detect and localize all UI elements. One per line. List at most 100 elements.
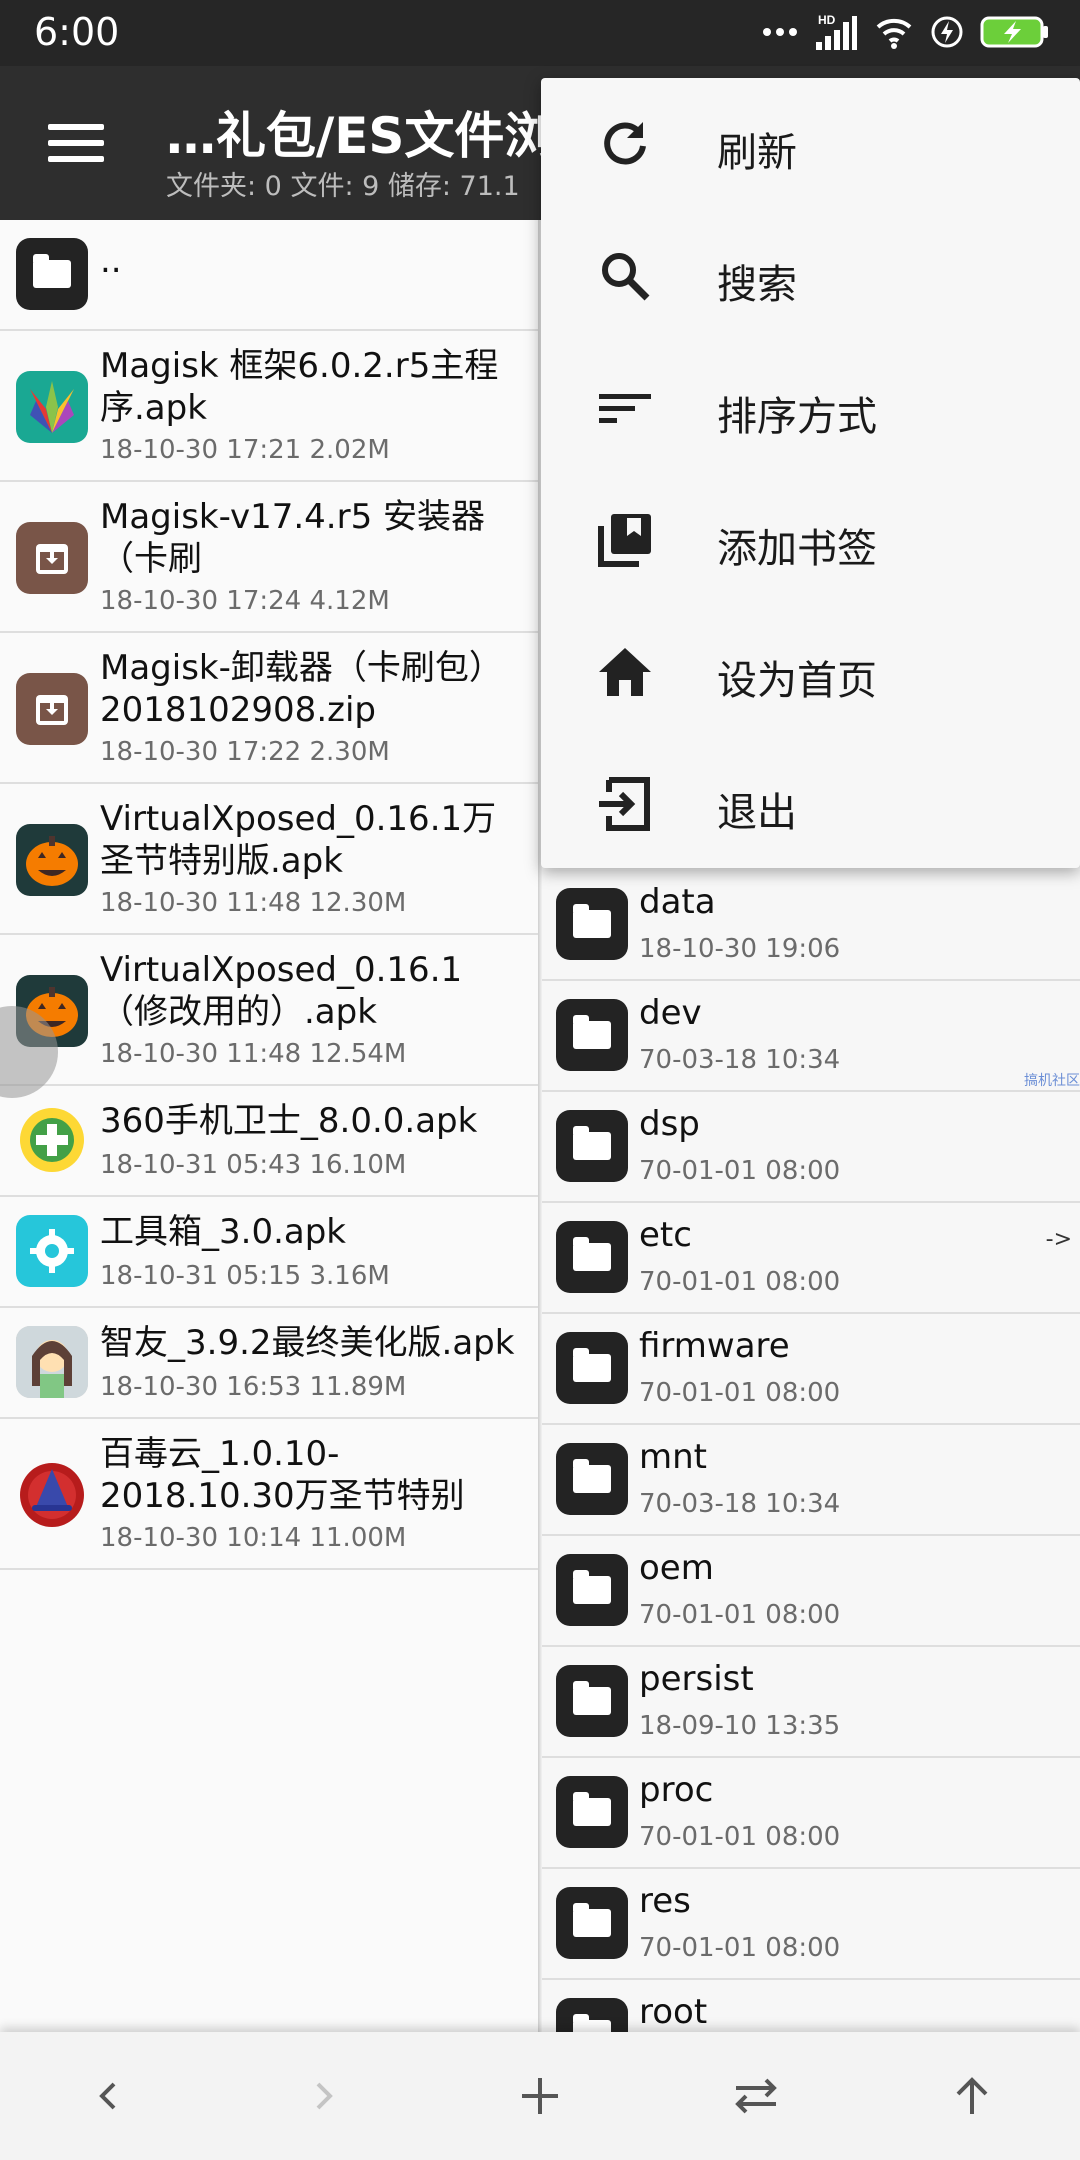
list-item[interactable]: res 70-01-01 08:00 (542, 1869, 1080, 1980)
avatar-app-icon (16, 1326, 88, 1398)
hamburger-line (48, 140, 104, 146)
search-icon (602, 253, 650, 301)
menu-item-exit[interactable]: 退出 (541, 738, 1080, 870)
menu-item-label: 搜索 (717, 262, 797, 308)
folder-icon (556, 1221, 628, 1293)
hamburger-line (48, 156, 104, 162)
menu-item-label: 设为首页 (717, 658, 877, 704)
exit-icon (599, 777, 650, 831)
file-name: .. (100, 241, 122, 281)
security-app-icon (16, 1104, 88, 1176)
list-item[interactable]: dsp 70-01-01 08:00 (542, 1092, 1080, 1203)
menu-item-refresh[interactable]: 刷新 (541, 78, 1080, 210)
menu-item-label: 排序方式 (717, 394, 877, 440)
swap-panes-button[interactable] (716, 2056, 796, 2136)
menu-item-search[interactable]: 搜索 (541, 210, 1080, 342)
menu-item-label: 刷新 (717, 130, 797, 176)
archive-icon (16, 673, 88, 745)
list-item[interactable]: 360手机卫士_8.0.0.apk 18-10-31 05:43 16.10M (0, 1086, 540, 1197)
list-item[interactable]: persist 18-09-10 13:35 (542, 1647, 1080, 1758)
list-item[interactable]: dev 70-03-18 10:34 (542, 981, 1080, 1092)
folder-name: firmware (639, 1326, 790, 1366)
file-name: Magisk-卸载器（卡刷包）2018102908.zip (100, 648, 503, 730)
hamburger-line (48, 124, 104, 130)
list-item[interactable]: data 18-10-30 19:06 (542, 870, 1080, 981)
menu-item-label: 退出 (717, 790, 797, 836)
add-button[interactable] (500, 2056, 580, 2136)
list-item[interactable]: Magisk 框架6.0.2.r5主程序.apk 18-10-30 17:21 … (0, 331, 540, 482)
list-item[interactable]: 百毒云_1.0.10-2018.10.30万圣节特别版.apk 18-10-30… (0, 1419, 540, 1570)
status-bar: 6:00 HD (0, 0, 1080, 66)
folder-icon (556, 1332, 628, 1404)
list-item[interactable]: root (542, 1980, 1080, 2032)
folder-meta: 70-01-01 08:00 (639, 1600, 841, 1630)
folder-name: dev (639, 993, 702, 1033)
folder-meta: 70-01-01 08:00 (639, 1822, 841, 1852)
folder-icon (556, 1998, 628, 2032)
list-item[interactable]: oem 70-01-01 08:00 (542, 1536, 1080, 1647)
list-item[interactable]: Magisk-卸载器（卡刷包）2018102908.zip 18-10-30 1… (0, 633, 540, 784)
forward-button[interactable] (284, 2056, 364, 2136)
file-meta: 18-10-30 11:48 12.54M (100, 1039, 407, 1069)
left-file-pane[interactable]: .. Magisk 框架6.0.2.r5主程序.apk 18-10-30 17:… (0, 220, 540, 2032)
up-icon (956, 2077, 988, 2114)
sort-icon (599, 394, 651, 423)
file-meta: 18-10-31 05:15 3.16M (100, 1261, 390, 1291)
file-meta: 18-10-30 16:53 11.89M (100, 1372, 407, 1402)
status-time: 6:00 (34, 10, 120, 54)
list-item[interactable]: VirtualXposed_0.16.1万圣节特别版.apk 18-10-30 … (0, 784, 540, 935)
folder-icon (556, 1776, 628, 1848)
refresh-icon (604, 122, 646, 165)
list-item[interactable]: Magisk-v17.4.r5 安装器（卡刷包）-2018102908.zip … (0, 482, 540, 633)
list-item[interactable]: 工具箱_3.0.apk 18-10-31 05:15 3.16M (0, 1197, 540, 1308)
archive-icon (16, 522, 88, 594)
list-item[interactable]: 智友_3.9.2最终美化版.apk 18-10-30 16:53 11.89M (0, 1308, 540, 1419)
list-item[interactable]: VirtualXposed_0.16.1（修改用的）.apk 18-10-30 … (0, 935, 540, 1086)
menu-item-add-bookmark[interactable]: 添加书签 (541, 474, 1080, 606)
overflow-menu: 刷新 搜索 排序方式 添加书签 设为首页 退出 (541, 78, 1080, 868)
file-meta: 18-10-30 17:21 2.02M (100, 435, 390, 465)
gear-app-icon (16, 1215, 88, 1287)
file-name: Magisk 框架6.0.2.r5主程序.apk (100, 346, 499, 428)
list-item[interactable]: etc 70-01-01 08:00 -> (542, 1203, 1080, 1314)
folder-name: dsp (639, 1104, 700, 1144)
file-meta: 18-10-30 11:48 12.30M (100, 888, 407, 918)
swap-icon (735, 2078, 777, 2114)
back-icon (99, 2082, 116, 2110)
list-item[interactable]: proc 70-01-01 08:00 (542, 1758, 1080, 1869)
file-name: Magisk-v17.4.r5 安装器（卡刷包）-2018102908.zip (100, 497, 486, 579)
list-item[interactable]: mnt 70-03-18 10:34 (542, 1425, 1080, 1536)
list-item[interactable]: firmware 70-01-01 08:00 (542, 1314, 1080, 1425)
list-item-parent-folder[interactable]: .. (0, 220, 540, 331)
status-icons: HD (762, 12, 1050, 52)
file-meta: 18-10-31 05:43 16.10M (100, 1150, 407, 1180)
forward-icon (316, 2082, 333, 2110)
signal-icon: HD (816, 13, 857, 50)
up-directory-button[interactable] (932, 2056, 1012, 2136)
witch-app-icon (16, 1459, 88, 1531)
folder-name: data (639, 882, 716, 922)
right-file-pane[interactable]: data 18-10-30 19:06 dev 70-03-18 10:34 d… (542, 870, 1080, 2032)
back-button[interactable] (68, 2056, 148, 2136)
file-meta: 18-10-30 10:14 11.00M (100, 1523, 407, 1553)
folder-meta: 18-10-30 19:06 (639, 934, 841, 964)
file-name: 百毒云_1.0.10-2018.10.30万圣节特别版.apk (100, 1434, 465, 1516)
folder-meta: 70-03-18 10:34 (639, 1489, 841, 1519)
folder-meta: 70-03-18 10:34 (639, 1045, 841, 1075)
menu-item-label: 添加书签 (717, 526, 877, 572)
folder-meta: 70-01-01 08:00 (639, 1156, 841, 1186)
magisk-app-icon (16, 371, 88, 443)
file-meta: 18-10-30 17:22 2.30M (100, 737, 390, 767)
menu-item-set-home[interactable]: 设为首页 (541, 606, 1080, 738)
folder-icon (556, 888, 628, 960)
navigation-menu-button[interactable] (30, 106, 124, 180)
menu-item-sort[interactable]: 排序方式 (541, 342, 1080, 474)
watermark-text: 搞机社区 (1024, 1073, 1080, 1089)
folder-icon (16, 238, 88, 310)
folder-name: mnt (639, 1437, 707, 1477)
file-name: 智友_3.9.2最终美化版.apk (100, 1323, 515, 1363)
folder-name: res (639, 1881, 691, 1921)
folder-name: etc (639, 1215, 692, 1255)
file-name: VirtualXposed_0.16.1（修改用的）.apk (100, 950, 463, 1032)
charging-bolt-icon (931, 16, 963, 48)
